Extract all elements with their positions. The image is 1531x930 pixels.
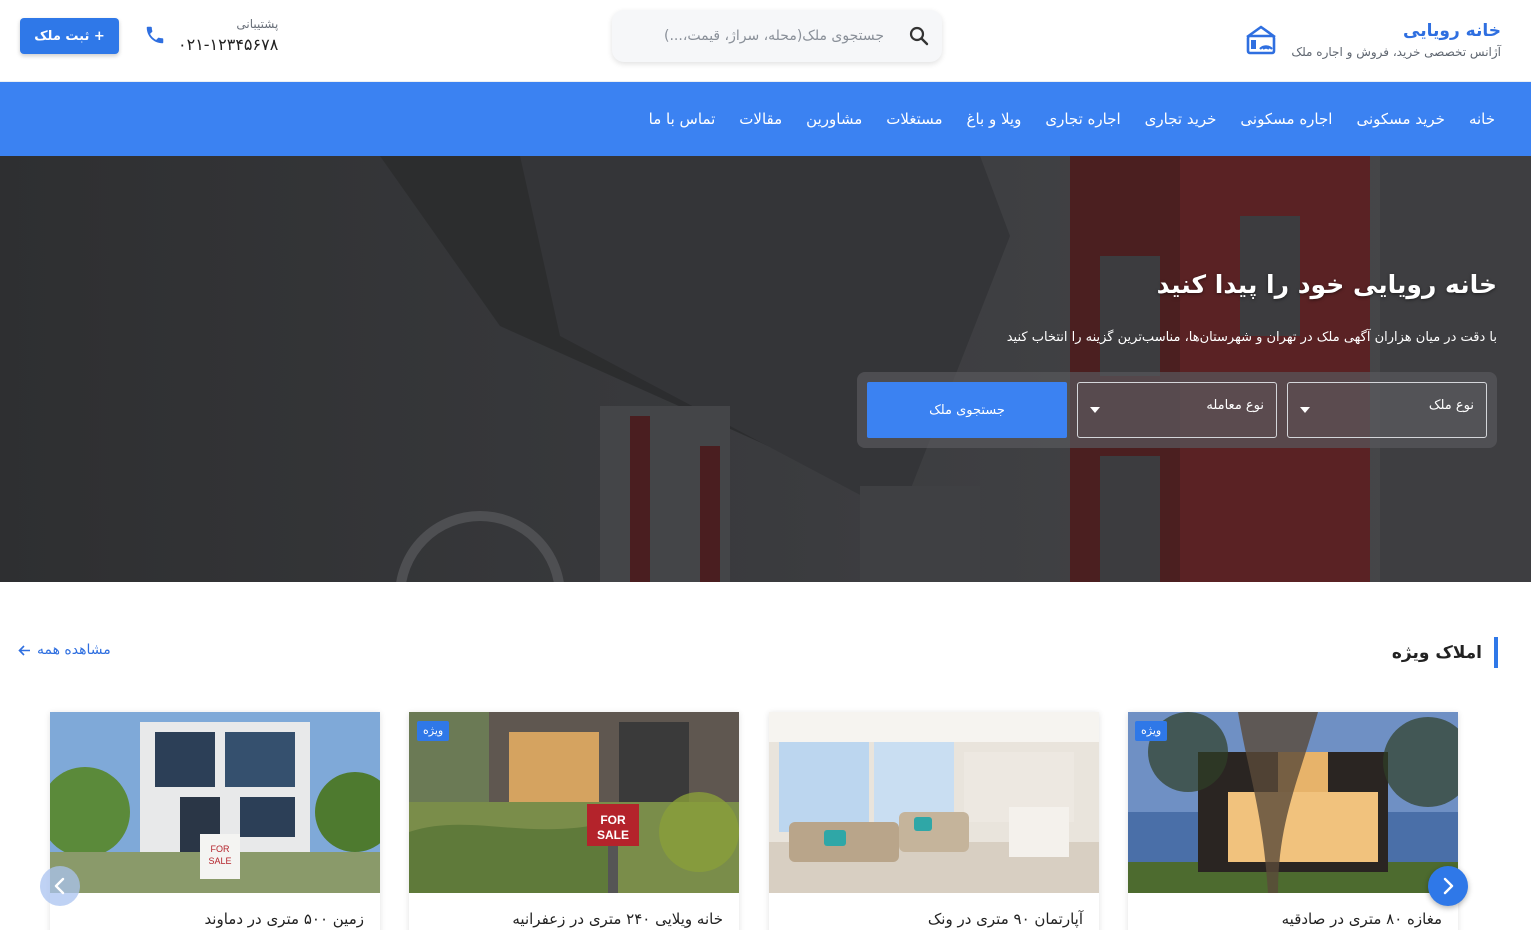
featured-badge: ویژه [1135, 721, 1168, 741]
property-search-button[interactable]: جستجوی ملک [867, 382, 1067, 438]
search-button[interactable] [896, 10, 942, 62]
nav-item-residential-rent[interactable]: اجاره مسکونی [1240, 110, 1332, 128]
view-all-link[interactable]: مشاهده همه [18, 642, 111, 658]
main-nav: خانه خرید مسکونی اجاره مسکونی خرید تجاری… [0, 82, 1531, 156]
phone-icon [146, 26, 164, 44]
deal-type-label: نوع معامله [1206, 398, 1264, 413]
hero-banner: خانه رویایی خود را پیدا کنید با دقت در م… [0, 156, 1531, 582]
brand-text: خانه رویایی آژانس تخصصی خرید، فروش و اجا… [1291, 20, 1501, 59]
house-wifi-icon [1246, 25, 1277, 55]
support-phone: ۰۲۱-۱۲۳۴۵۶۷۸ [178, 34, 279, 54]
nav-item-articles[interactable]: مقالات [739, 110, 782, 128]
property-type-select[interactable]: نوع ملک [1287, 382, 1487, 438]
view-all-label: مشاهده همه [37, 642, 111, 658]
nav-item-commercial-rent[interactable]: اجاره تجاری [1045, 110, 1120, 128]
deal-type-select[interactable]: نوع معامله [1077, 382, 1277, 438]
property-card[interactable]: آپارتمان ۹۰ متری در ونک [769, 712, 1099, 930]
nav-item-home[interactable]: خانه [1469, 110, 1495, 128]
nav-item-advisors[interactable]: مشاورین [806, 110, 862, 128]
svg-text:FOR: FOR [211, 844, 230, 854]
property-title: مغازه ۸۰ متری در صادقیه [1281, 910, 1442, 928]
chevron-right-icon [1443, 877, 1454, 895]
property-photo [1128, 712, 1458, 893]
search-input[interactable] [612, 10, 896, 62]
property-title: زمین ۵۰۰ متری در دماوند [204, 910, 364, 928]
svg-text:SALE: SALE [597, 828, 629, 842]
svg-text:FOR: FOR [600, 813, 626, 827]
property-card[interactable]: ویژه مغازه ۸۰ متری در صادقیه [1128, 712, 1458, 930]
featured-section-heading: املاک ویژه [1392, 637, 1498, 668]
nav-item-contact[interactable]: تماس با ما [649, 110, 716, 128]
featured-title: املاک ویژه [1391, 642, 1482, 663]
carousel-next-button[interactable] [1428, 866, 1468, 906]
featured-badge: ویژه [417, 721, 450, 741]
site-header: خانه رویایی آژانس تخصصی خرید، فروش و اجا… [0, 0, 1531, 82]
property-title: خانه ویلایی ۲۴۰ متری در زعفرانیه [512, 910, 723, 928]
property-type-label: نوع ملک [1428, 398, 1474, 413]
hero-title: خانه رویایی خود را پیدا کنید [1156, 270, 1497, 299]
support-text: پشتیبانی ۰۲۱-۱۲۳۴۵۶۷۸ [178, 17, 278, 54]
property-title: آپارتمان ۹۰ متری در ونک [927, 910, 1083, 928]
nav-item-commercial-buy[interactable]: خرید تجاری [1145, 110, 1217, 128]
caret-down-icon [1300, 407, 1310, 413]
caret-down-icon [1090, 407, 1100, 413]
hero-search-panel: نوع ملک نوع معامله جستجوی ملک [857, 372, 1497, 448]
property-photo: FOR SALE [50, 712, 380, 893]
nav-item-residential-buy[interactable]: خرید مسکونی [1356, 110, 1445, 128]
brand-tagline: آژانس تخصصی خرید، فروش و اجاره ملک [1291, 44, 1501, 59]
nav-item-villa-garden[interactable]: ویلا و باغ [967, 110, 1022, 128]
chevron-left-icon [54, 877, 65, 895]
carousel-prev-button[interactable] [40, 866, 80, 906]
brand-name: خانه رویایی [1403, 20, 1501, 41]
header-search [612, 10, 942, 62]
support-label: پشتیبانی [236, 16, 279, 31]
register-property-button[interactable]: + ثبت ملک [20, 18, 119, 54]
hero-subtitle: با دقت در میان هزاران آگهی ملک در تهران … [1006, 330, 1497, 345]
hero-background-image [0, 156, 1531, 582]
brand[interactable]: خانه رویایی آژانس تخصصی خرید، فروش و اجا… [1243, 14, 1501, 64]
support-contact[interactable]: پشتیبانی ۰۲۱-۱۲۳۴۵۶۷۸ [144, 14, 278, 56]
search-icon [909, 26, 929, 46]
property-photo [769, 712, 1099, 893]
svg-text:SALE: SALE [208, 856, 231, 866]
property-card[interactable]: FOR SALE زمین ۵۰۰ متری در دماوند [50, 712, 380, 930]
arrow-left-icon [18, 644, 30, 656]
property-card[interactable]: FOR SALE ویژه خانه ویلایی ۲۴۰ متری در زع… [409, 712, 739, 930]
nav-item-buildings[interactable]: مستغلات [886, 110, 942, 128]
property-photo: FOR SALE [409, 712, 739, 893]
